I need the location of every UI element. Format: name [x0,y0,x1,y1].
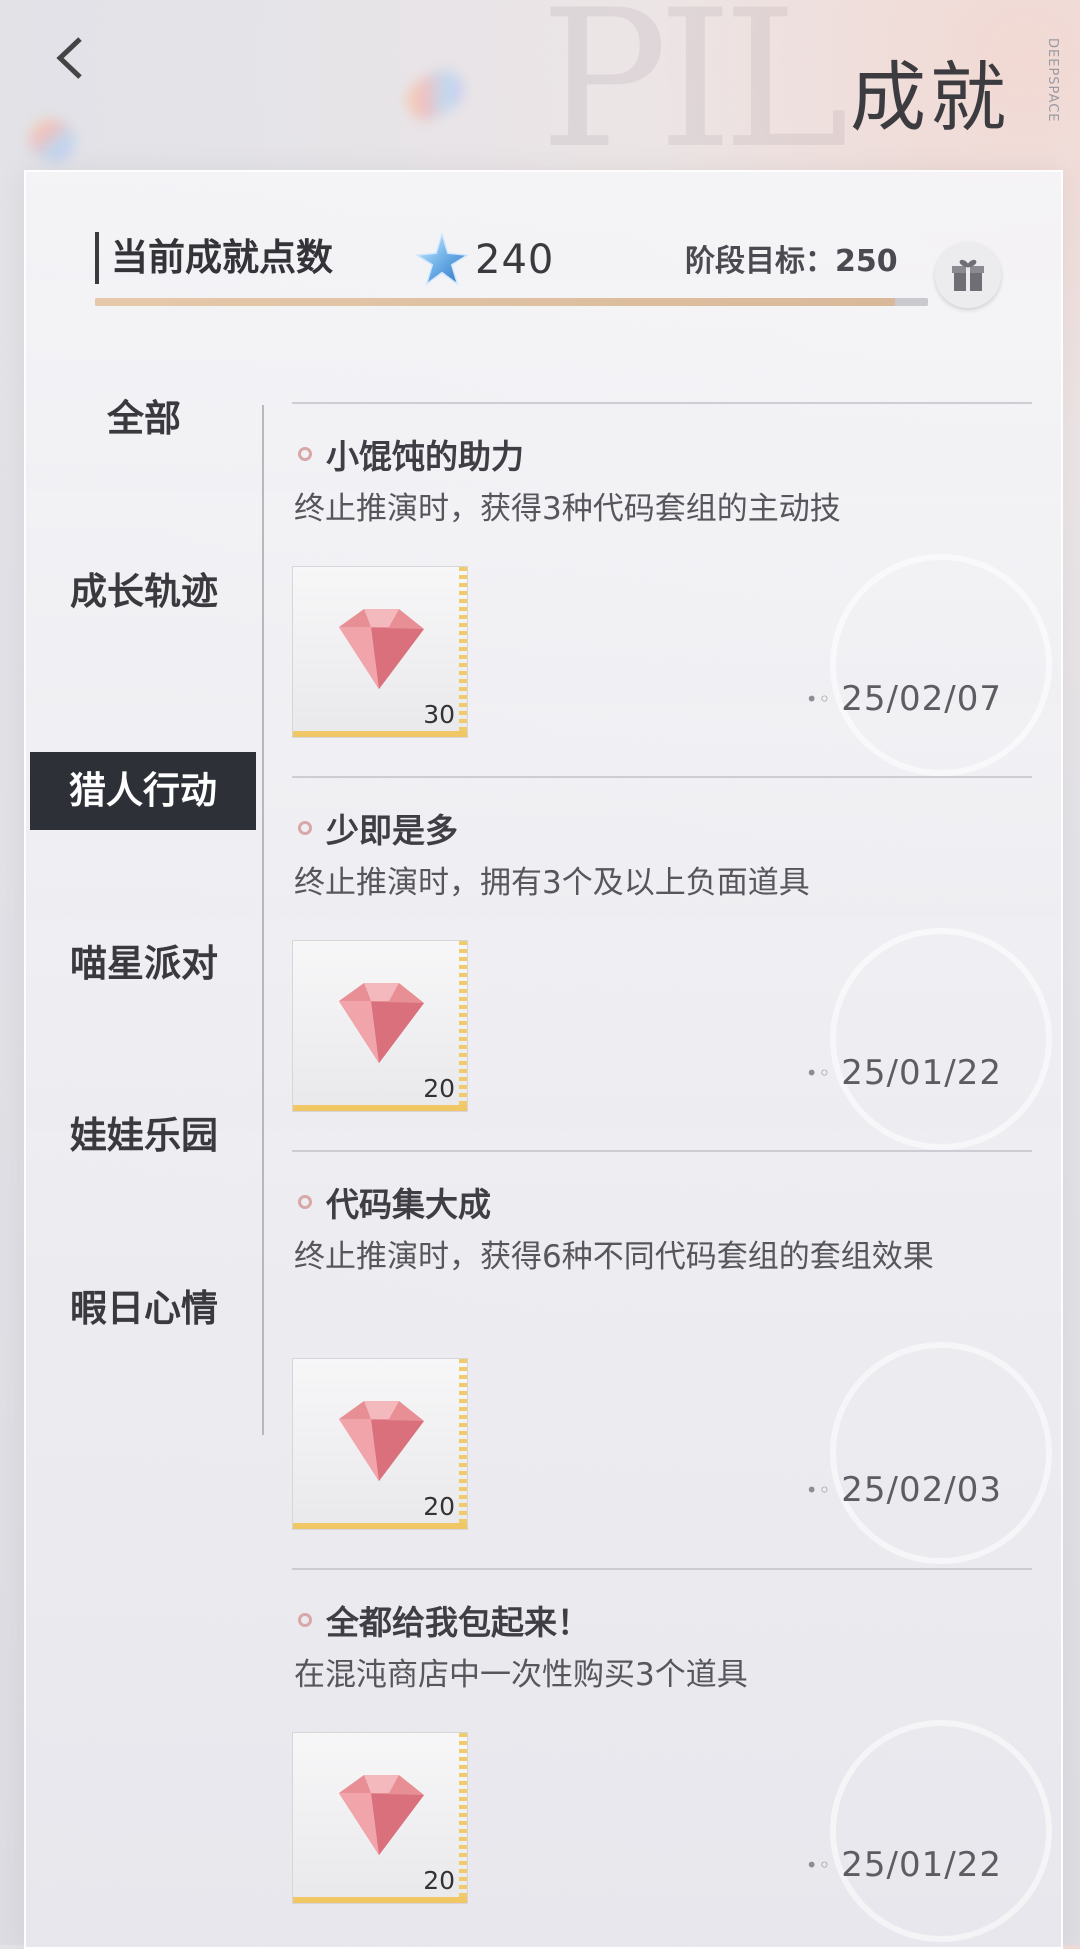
reward-item[interactable]: 20 [292,1358,468,1530]
points-value: 240 [475,237,555,283]
page-title: 成就 [850,53,1010,142]
prism-light-decoration [399,62,471,128]
achievement-desc: 终止推演时，获得3种代码套组的主动技 [294,491,841,527]
completed-check-icon [830,554,1052,776]
sidebar-item-growth[interactable]: 成长轨迹 [30,553,258,631]
back-button[interactable] [40,28,100,88]
points-label: 当前成就点数 [95,232,333,284]
reward-rarity-strip [459,1733,467,1903]
gift-icon [952,259,984,291]
achievement-date: •◦ 25/01/22 [805,1053,1002,1093]
achievement-desc: 终止推演时，拥有3个及以上负面道具 [294,865,810,901]
achievement-title: 小馄饨的助力 [298,430,524,478]
achievement-date: •◦ 25/02/03 [805,1470,1002,1510]
achievement-title: 全都给我包起来！ [298,1596,590,1644]
achievement-card: 少即是多 终止推演时，拥有3个及以上负面道具 20 •◦ 25/01/22 [292,776,1052,1150]
reward-quantity: 20 [423,1866,455,1895]
reward-item[interactable]: 30 [292,566,468,738]
gift-button[interactable] [935,242,1001,308]
pink-diamond-icon [339,609,424,689]
star-icon [414,231,470,287]
sidebar-item-doll-park[interactable]: 娃娃乐园 [30,1097,258,1175]
reward-item[interactable]: 20 [292,1732,468,1904]
sidebar-item-cat-party[interactable]: 喵星派对 [30,925,258,1003]
pink-diamond-icon [339,1775,424,1855]
reward-rarity-bar [293,731,467,737]
achievement-date: •◦ 25/02/07 [805,679,1002,719]
points-summary: 当前成就点数 240 阶段目标：250 [95,231,1080,312]
stage-goal: 阶段目标：250 [685,244,898,279]
background-decoration: PIL [540,0,849,190]
sidebar-item-leisure-mood[interactable]: 暇日心情 [30,1270,258,1348]
achievement-date: •◦ 25/01/22 [805,1845,1002,1885]
completed-check-icon [830,1342,1052,1564]
completed-check-icon [830,928,1052,1150]
reward-rarity-strip [459,941,467,1111]
points-progress-bar [95,298,928,306]
sidebar-divider [262,405,264,1435]
reward-rarity-bar [293,1897,467,1903]
reward-rarity-bar [293,1105,467,1111]
pink-diamond-icon [339,1401,424,1481]
reward-quantity: 30 [423,700,455,729]
achievement-desc: 在混沌商店中一次性购买3个道具 [294,1657,748,1693]
dots-icon: •◦ [805,687,832,711]
bullet-icon [298,447,312,461]
achievement-title: 少即是多 [298,804,458,852]
reward-rarity-strip [459,567,467,737]
sidebar-item-hunter[interactable]: 猎人行动 [30,752,256,830]
achievement-desc: 终止推演时，获得6种不同代码套组的套组效果 [294,1239,934,1275]
achievement-card: 代码集大成 终止推演时，获得6种不同代码套组的套组效果 20 •◦ 25/02/… [292,1150,1052,1568]
bullet-icon [298,1613,312,1627]
prism-light-decoration [24,113,81,167]
reward-item[interactable]: 20 [292,940,468,1112]
reward-quantity: 20 [423,1492,455,1521]
reward-quantity: 20 [423,1074,455,1103]
dots-icon: •◦ [805,1061,832,1085]
bullet-icon [298,821,312,835]
pink-diamond-icon [339,983,424,1063]
completed-check-icon [830,1720,1052,1942]
bullet-icon [298,1195,312,1209]
dots-icon: •◦ [805,1853,832,1877]
reward-rarity-bar [293,1523,467,1529]
reward-rarity-strip [459,1359,467,1529]
chevron-left-icon [56,37,82,79]
brand-label: DEEPSPACE [1045,38,1060,123]
achievement-card: 小馄饨的助力 终止推演时，获得3种代码套组的主动技 30 •◦ 25/02/07 [292,402,1052,776]
achievement-title: 代码集大成 [298,1178,491,1226]
progress-fill [95,298,895,306]
dots-icon: •◦ [805,1478,832,1502]
sidebar-item-all[interactable]: 全部 [30,380,258,458]
achievement-card: 全都给我包起来！ 在混沌商店中一次性购买3个道具 20 •◦ 25/01/22 [292,1568,1052,1942]
